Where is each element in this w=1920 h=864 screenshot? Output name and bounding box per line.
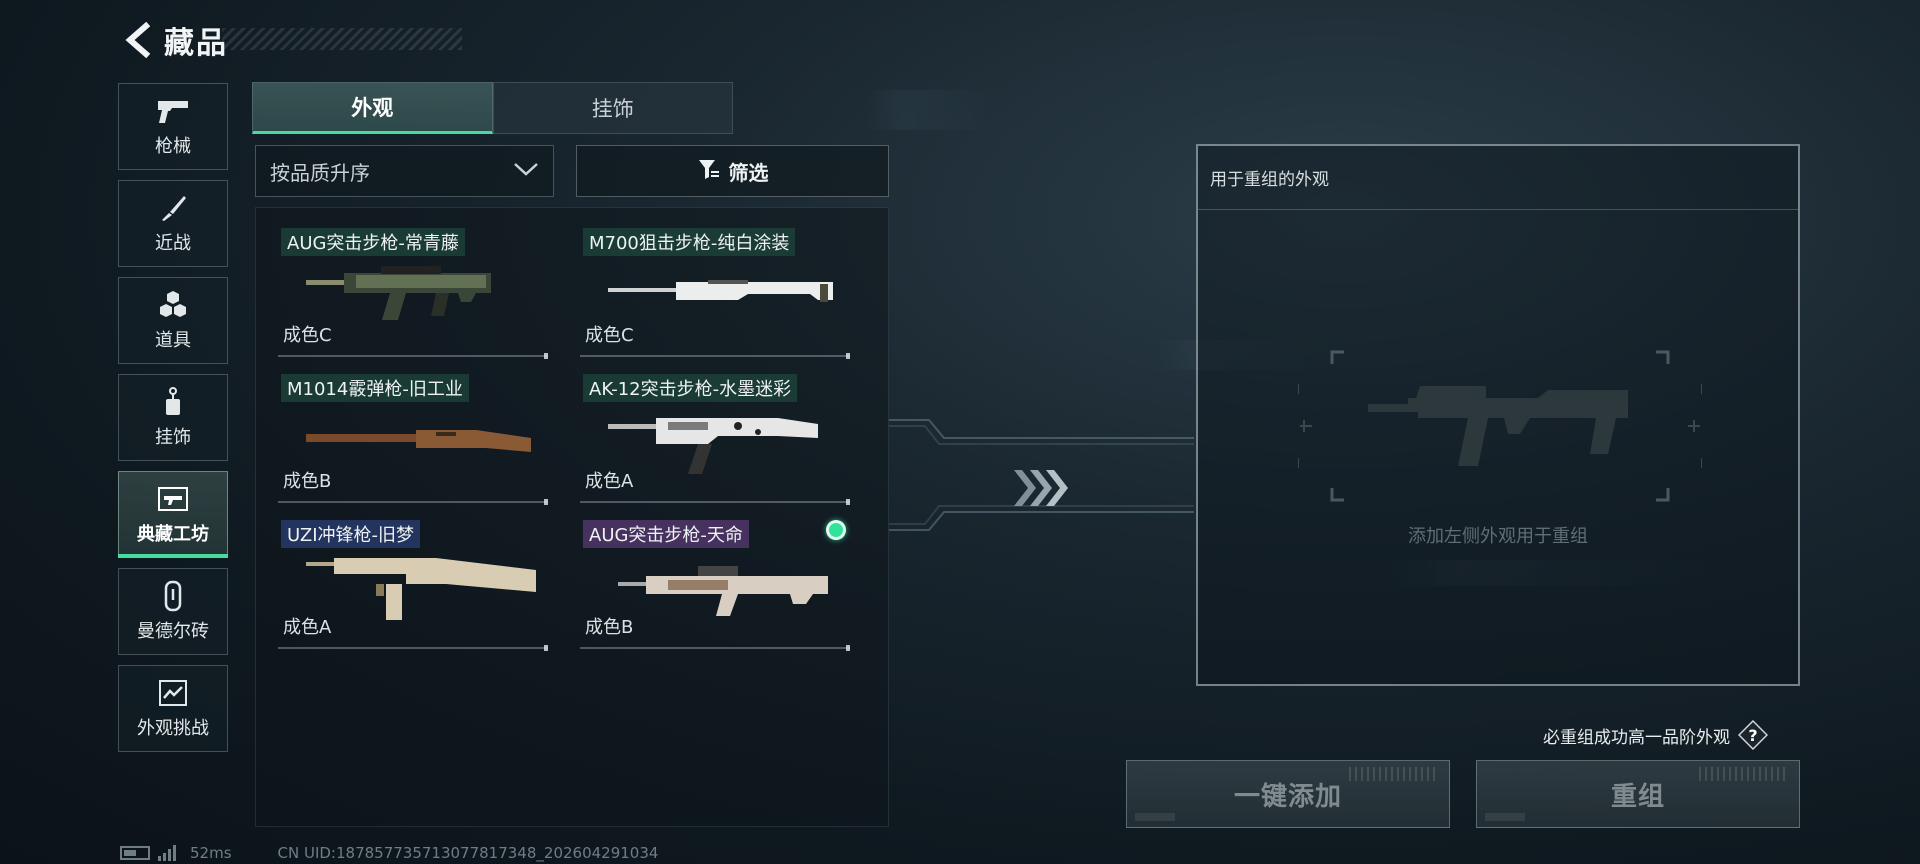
selected-indicator (826, 520, 846, 540)
tab-bar: 外观 挂饰 (252, 82, 733, 134)
skin-name: AK-12突击步枪-水墨迷彩 (583, 374, 798, 402)
add-all-button[interactable]: 一键添加 (1126, 760, 1450, 828)
chevron-down-icon (513, 161, 539, 181)
tab-appearance[interactable]: 外观 (252, 82, 493, 134)
filter-button[interactable]: 筛选 (576, 145, 889, 197)
ak12-rifle-icon (608, 418, 818, 474)
skin-card-0[interactable]: AUG突击步枪-常青藤 成色C (266, 214, 556, 359)
sidebar-item-workshop[interactable]: 典藏工坊 (118, 471, 228, 558)
latency-text: 52ms (190, 844, 232, 862)
skin-card-2[interactable]: M1014霰弹枪-旧工业 成色B (266, 360, 556, 505)
skin-card-4[interactable]: UZI冲锋枪-旧梦 成色A (266, 506, 556, 651)
header: 藏品 (120, 18, 228, 62)
sidebar-item-melee[interactable]: 近战 (118, 180, 228, 267)
skin-card-5[interactable]: AUG突击步枪-天命 成色B (568, 506, 858, 651)
card-divider (580, 499, 850, 505)
workshop-icon (156, 484, 190, 514)
rule-text: 必重组成功高一品阶外观 (1543, 727, 1730, 748)
sort-dropdown[interactable]: 按品质升序 (255, 145, 554, 197)
button-decoration (1485, 813, 1525, 821)
card-divider (278, 499, 548, 505)
button-decoration (1699, 767, 1789, 781)
rule-note: 必重组成功高一品阶外观 ? (1543, 720, 1768, 750)
rifle-placeholder-icon (1298, 350, 1702, 502)
filter-label: 筛选 (728, 160, 769, 185)
sidebar-item-label: 曼德尔砖 (137, 620, 209, 642)
sidebar-item-props[interactable]: 道具 (118, 277, 228, 364)
sort-value: 按品质升序 (270, 160, 370, 185)
skin-grade: 成色A (585, 471, 634, 492)
placeholder-text: 添加左侧外观用于重组 (1408, 526, 1588, 547)
skin-grade: 成色B (585, 617, 634, 638)
card-divider (278, 645, 548, 651)
panel-header: 用于重组的外观 (1198, 146, 1798, 210)
uzi-smg-icon (306, 558, 536, 620)
svg-text:?: ? (1748, 726, 1757, 745)
charm-icon (156, 386, 190, 417)
sidebar-item-label: 挂饰 (155, 426, 191, 448)
help-icon[interactable]: ? (1738, 720, 1768, 750)
skin-grade: 成色C (283, 325, 332, 346)
m700-rifle-icon (608, 280, 833, 302)
sidebar-item-guns[interactable]: 枪械 (118, 83, 228, 170)
filter-icon (697, 157, 721, 185)
sidebar-item-mandel-brick[interactable]: 曼德尔砖 (118, 568, 228, 655)
brick-icon (156, 580, 190, 611)
sidebar-item-label: 近战 (155, 232, 191, 254)
sidebar-item-label: 外观挑战 (137, 717, 209, 739)
side-nav: 枪械 近战 道具 挂饰 典藏工坊 曼德尔砖 外观挑战 (118, 83, 228, 762)
title-decoration (222, 28, 462, 50)
card-divider (580, 645, 850, 651)
skin-name: AUG突击步枪-常青藤 (281, 228, 465, 256)
skin-name: AUG突击步枪-天命 (583, 520, 749, 548)
skin-grade: 成色C (585, 325, 634, 346)
page-title: 藏品 (164, 26, 228, 61)
card-divider (580, 353, 850, 359)
sidebar-item-label: 枪械 (155, 135, 191, 157)
skin-card-3[interactable]: AK-12突击步枪-水墨迷彩 成色A (568, 360, 858, 505)
panel-title: 用于重组的外观 (1210, 170, 1329, 190)
recompose-label: 重组 (1610, 781, 1665, 812)
recompose-panel: 用于重组的外观 添加左侧外观用于重组 (1196, 144, 1800, 686)
skin-grid: AUG突击步枪-常青藤 成色C M700狙击步枪-纯白涂装 成色C M1014霰… (255, 207, 889, 827)
sidebar-item-label: 典藏工坊 (137, 523, 209, 545)
add-all-label: 一键添加 (1233, 781, 1342, 812)
sidebar-item-label: 道具 (155, 329, 191, 351)
back-arrow-icon[interactable] (120, 20, 154, 60)
status-footer: 52ms CN UID:1878577357130778173​48_20260… (120, 844, 658, 862)
sidebar-item-charms[interactable]: 挂饰 (118, 374, 228, 461)
skin-name: UZI冲锋枪-旧梦 (281, 520, 420, 548)
uid-text: CN UID:1878577357130778173​48_2026042910… (277, 844, 659, 862)
skin-grade: 成色A (283, 617, 332, 638)
pistol-icon (156, 96, 190, 126)
recompose-button[interactable]: 重组 (1476, 760, 1800, 828)
skin-grade: 成色B (283, 471, 332, 492)
skin-name: M700狙击步枪-纯白涂装 (583, 228, 796, 256)
signal-icon (158, 845, 178, 861)
skin-card-1[interactable]: M700狙击步枪-纯白涂装 成色C (568, 214, 858, 359)
grenade-icon (156, 290, 190, 320)
sidebar-item-skin-challenge[interactable]: 外观挑战 (118, 665, 228, 752)
chevron-right-icon (1014, 470, 1068, 506)
skin-name: M1014霰弹枪-旧工业 (281, 374, 469, 402)
battery-icon (120, 846, 150, 860)
card-divider (278, 353, 548, 359)
challenge-icon (156, 678, 190, 708)
button-decoration (1349, 767, 1439, 781)
m1014-shotgun-icon (306, 430, 531, 452)
knife-icon (156, 193, 190, 223)
aug-rifle-icon (306, 266, 491, 320)
tab-charms[interactable]: 挂饰 (492, 82, 733, 134)
aug-rifle-icon (618, 566, 828, 616)
button-decoration (1135, 813, 1175, 821)
